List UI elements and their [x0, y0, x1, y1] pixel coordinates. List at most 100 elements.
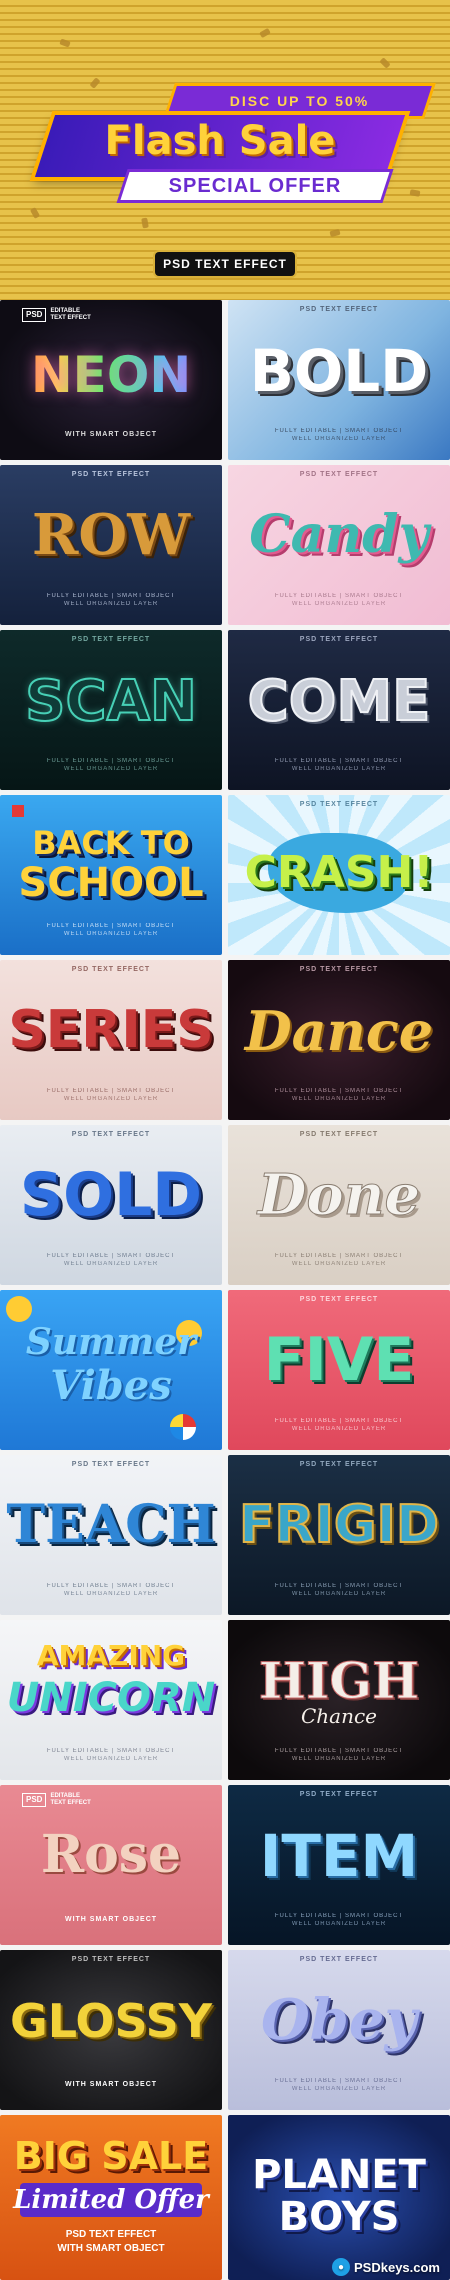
tile-amazing-unicorn: AMAZING UNICORN FULLY EDITABLE | SMART O… — [0, 1620, 222, 1780]
tile-subtitle-2: WITH SMART OBJECT — [57, 2243, 165, 2254]
tile-series: PSD TEXT EFFECT SERIES FULLY EDITABLE | … — [0, 960, 222, 1120]
psd-text-effect-badge: PSD TEXT EFFECT — [155, 252, 295, 276]
tile-title: NEON — [0, 350, 222, 400]
tile-summer-vibes: Summer Vibes — [0, 1290, 222, 1450]
tile-title: GLOSSY — [9, 1994, 213, 2048]
tile-subtitle-2: WELL ORGANIZED LAYER — [291, 766, 387, 772]
tile-title: Rose — [40, 1824, 182, 1885]
tile-label: PSD TEXT EFFECT — [299, 1461, 379, 1468]
tile-label: PSD TEXT EFFECT — [299, 1296, 379, 1303]
tile-title-line-1: AMAZING — [36, 1639, 186, 1672]
editable-text: EDITABLE — [50, 308, 81, 314]
tile-label: PSD TEXT EFFECT — [71, 636, 151, 643]
tile-title-line-2: Chance — [300, 1704, 378, 1728]
tile-label: PSD TEXT EFFECT — [299, 1956, 379, 1963]
tile-label: PSD TEXT EFFECT — [299, 306, 379, 313]
tile-subtitle-2: WELL ORGANIZED LAYER — [291, 1921, 387, 1927]
watermark-text: PSDkeys.com — [354, 2259, 440, 2275]
tile-title-line-1: Summer — [25, 1321, 197, 1363]
tile-subtitle-2: WELL ORGANIZED LAYER — [291, 1096, 387, 1102]
tile-crash: PSD TEXT EFFECT CRASH! — [228, 795, 450, 955]
tile-scan: PSD TEXT EFFECT SCAN FULLY EDITABLE | SM… — [0, 630, 222, 790]
tile-sold: PSD TEXT EFFECT SOLD FULLY EDITABLE | SM… — [0, 1125, 222, 1285]
confetti — [259, 27, 271, 39]
tile-big-sale: BIG SALE Limited Offer PSD TEXT EFFECT W… — [0, 2115, 222, 2280]
tile-bold: PSD TEXT EFFECT BOLD FULLY EDITABLE | SM… — [228, 300, 450, 460]
beach-ball-icon — [170, 1414, 196, 1440]
tile-subtitle-2: WELL ORGANIZED LAYER — [291, 601, 387, 607]
tile-come: PSD TEXT EFFECT COME FULLY EDITABLE | SM… — [228, 630, 450, 790]
tile-subtitle: FULLY EDITABLE | SMART OBJECT — [274, 1418, 404, 1424]
tile-title: Done — [257, 1162, 421, 1228]
tile-high-chance: HIGH Chance FULLY EDITABLE | SMART OBJEC… — [228, 1620, 450, 1780]
tile-item: PSD TEXT EFFECT ITEM FULLY EDITABLE | SM… — [228, 1785, 450, 1945]
tile-title: Dance — [244, 999, 434, 1063]
tile-title-line-1: HIGH — [258, 1651, 420, 1710]
tile-title-line-2: Vibes — [50, 1362, 172, 1409]
tile-title-line-2: Limited Offer — [13, 2185, 209, 2215]
tile-label: PSD TEXT EFFECT — [71, 471, 151, 478]
tile-frigid: PSD TEXT EFFECT FRIGID FULLY EDITABLE | … — [228, 1455, 450, 1615]
tile-subtitle: FULLY EDITABLE | SMART OBJECT — [274, 428, 404, 434]
tile-title-line-2: SCHOOL — [18, 860, 204, 906]
tile-glossy: PSD TEXT EFFECT GLOSSY WITH SMART OBJECT — [0, 1950, 222, 2110]
tile-subtitle: FULLY EDITABLE | SMART OBJECT — [46, 1583, 176, 1589]
tile-title-line-1: PLANET — [252, 2152, 426, 2198]
tile-planet-boys: PLANET BOYS ● PSDkeys.com — [228, 2115, 450, 2280]
tile-title-line-2: BOYS — [278, 2194, 400, 2240]
tile-subtitle: FULLY EDITABLE | SMART OBJECT — [46, 758, 176, 764]
tile-subtitle: FULLY EDITABLE | SMART OBJECT — [46, 593, 176, 599]
tile-title: TEACH — [6, 1494, 216, 1555]
tile-label: PSD TEXT EFFECT — [299, 1791, 379, 1798]
tile-title: ITEM — [259, 1822, 419, 1890]
confetti — [379, 57, 391, 69]
psd-box-text: PSD — [22, 1793, 47, 1807]
flash-sale-title: Flash Sale — [104, 118, 336, 164]
psdkeys-watermark[interactable]: ● PSDkeys.com — [332, 2258, 440, 2276]
discount-ribbon: DISC UP TO 50% — [167, 86, 432, 116]
tile-subtitle-2: WELL ORGANIZED LAYER — [291, 1426, 387, 1432]
tile-label: PSD TEXT EFFECT — [71, 1131, 151, 1138]
tile-obey: PSD TEXT EFFECT Obey FULLY EDITABLE | SM… — [228, 1950, 450, 2110]
tile-subtitle: WITH SMART OBJECT — [64, 2081, 158, 2088]
confetti — [89, 77, 101, 89]
tile-title-line-2: UNICORN — [6, 1675, 216, 1721]
tile-label: PSD TEXT EFFECT — [299, 636, 379, 643]
tile-subtitle-2: WELL ORGANIZED LAYER — [63, 1261, 159, 1267]
confetti — [29, 207, 41, 219]
tile-title: ROW — [31, 502, 191, 568]
tile-title: Candy — [249, 504, 429, 565]
confetti — [141, 217, 149, 229]
psd-editable-label: PSD EDITABLE TEXT EFFECT — [22, 308, 91, 322]
tile-label: PSD TEXT EFFECT — [71, 1461, 151, 1468]
confetti — [329, 228, 341, 238]
tile-title-line-1: BACK TO — [32, 824, 190, 862]
text-effect-grid: PSD EDITABLE TEXT EFFECT NEON WITH SMART… — [0, 300, 450, 2280]
tile-subtitle: FULLY EDITABLE | SMART OBJECT — [274, 1253, 404, 1259]
tile-subtitle: FULLY EDITABLE | SMART OBJECT — [46, 1253, 176, 1259]
text-effect-text: TEXT EFFECT — [50, 315, 91, 321]
tile-subtitle-2: WELL ORGANIZED LAYER — [63, 1591, 159, 1597]
discount-text: DISC UP TO 50% — [229, 93, 370, 109]
tile-subtitle: PSD TEXT EFFECT — [65, 2229, 157, 2240]
red-flag-icon — [12, 805, 24, 817]
tile-title: CRASH! — [244, 847, 434, 898]
tile-subtitle: FULLY EDITABLE | SMART OBJECT — [274, 2078, 404, 2084]
tile-subtitle: FULLY EDITABLE | SMART OBJECT — [274, 758, 404, 764]
psdkeys-logo-icon: ● — [332, 2258, 350, 2276]
tile-label: PSD TEXT EFFECT — [299, 471, 379, 478]
tile-subtitle: FULLY EDITABLE | SMART OBJECT — [46, 1088, 176, 1094]
tile-five: PSD TEXT EFFECT FIVE FULLY EDITABLE | SM… — [228, 1290, 450, 1450]
tile-subtitle: FULLY EDITABLE | SMART OBJECT — [274, 1583, 404, 1589]
tile-title: Obey — [260, 1987, 418, 2053]
smiley-emoji-icon — [6, 1296, 32, 1322]
tile-subtitle: FULLY EDITABLE | SMART OBJECT — [46, 1748, 176, 1754]
hero-banner: DISC UP TO 50% Flash Sale SPECIAL OFFER … — [0, 0, 450, 300]
tile-subtitle-2: WELL ORGANIZED LAYER — [291, 1756, 387, 1762]
tile-done: PSD TEXT EFFECT Done FULLY EDITABLE | SM… — [228, 1125, 450, 1285]
editable-text: EDITABLE — [50, 1793, 81, 1799]
tile-subtitle-2: WELL ORGANIZED LAYER — [63, 601, 159, 607]
tile-neon: PSD EDITABLE TEXT EFFECT NEON WITH SMART… — [0, 300, 222, 460]
confetti — [409, 189, 421, 197]
tile-subtitle-2: WELL ORGANIZED LAYER — [291, 1591, 387, 1597]
